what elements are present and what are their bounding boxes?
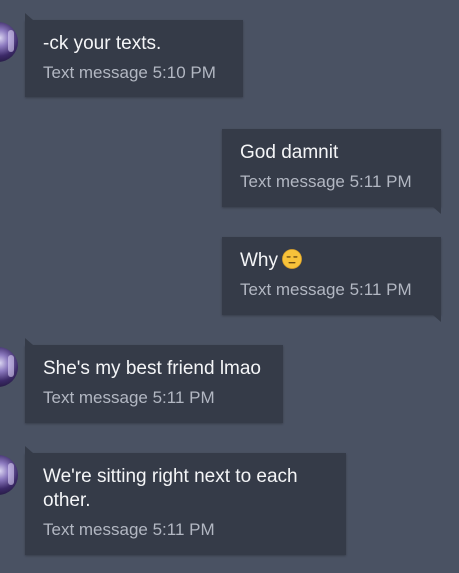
message-text: We're sitting right next to each other. xyxy=(43,466,298,511)
expressionless-face-icon xyxy=(282,249,302,269)
contact-avatar[interactable] xyxy=(0,22,18,62)
contact-avatar[interactable] xyxy=(0,455,18,495)
message-timestamp: Text message 5:11 PM xyxy=(43,388,215,407)
message-text: God damnit xyxy=(240,142,339,163)
message-thread[interactable]: -ck your texts. Text message 5:10 PM God… xyxy=(0,0,459,573)
message-text: Why xyxy=(240,250,278,271)
message-timestamp: Text message 5:11 PM xyxy=(43,520,215,539)
message-timestamp: Text message 5:11 PM xyxy=(240,172,412,191)
incoming-message-bubble[interactable]: We're sitting right next to each other. … xyxy=(25,446,346,555)
message-text: She's my best friend lmao xyxy=(43,358,261,379)
message-text-line: Why xyxy=(240,249,423,273)
outgoing-message-bubble[interactable]: Why Text message 5:11 PM xyxy=(222,237,441,322)
incoming-message-bubble[interactable]: She's my best friend lmao Text message 5… xyxy=(25,338,283,423)
contact-avatar[interactable] xyxy=(0,347,18,387)
message-timestamp: Text message 5:10 PM xyxy=(43,63,216,82)
incoming-message-bubble[interactable]: -ck your texts. Text message 5:10 PM xyxy=(25,13,243,97)
message-timestamp: Text message 5:11 PM xyxy=(240,280,412,299)
message-text: -ck your texts. xyxy=(43,33,162,54)
outgoing-message-bubble[interactable]: God damnit Text message 5:11 PM xyxy=(222,129,441,214)
